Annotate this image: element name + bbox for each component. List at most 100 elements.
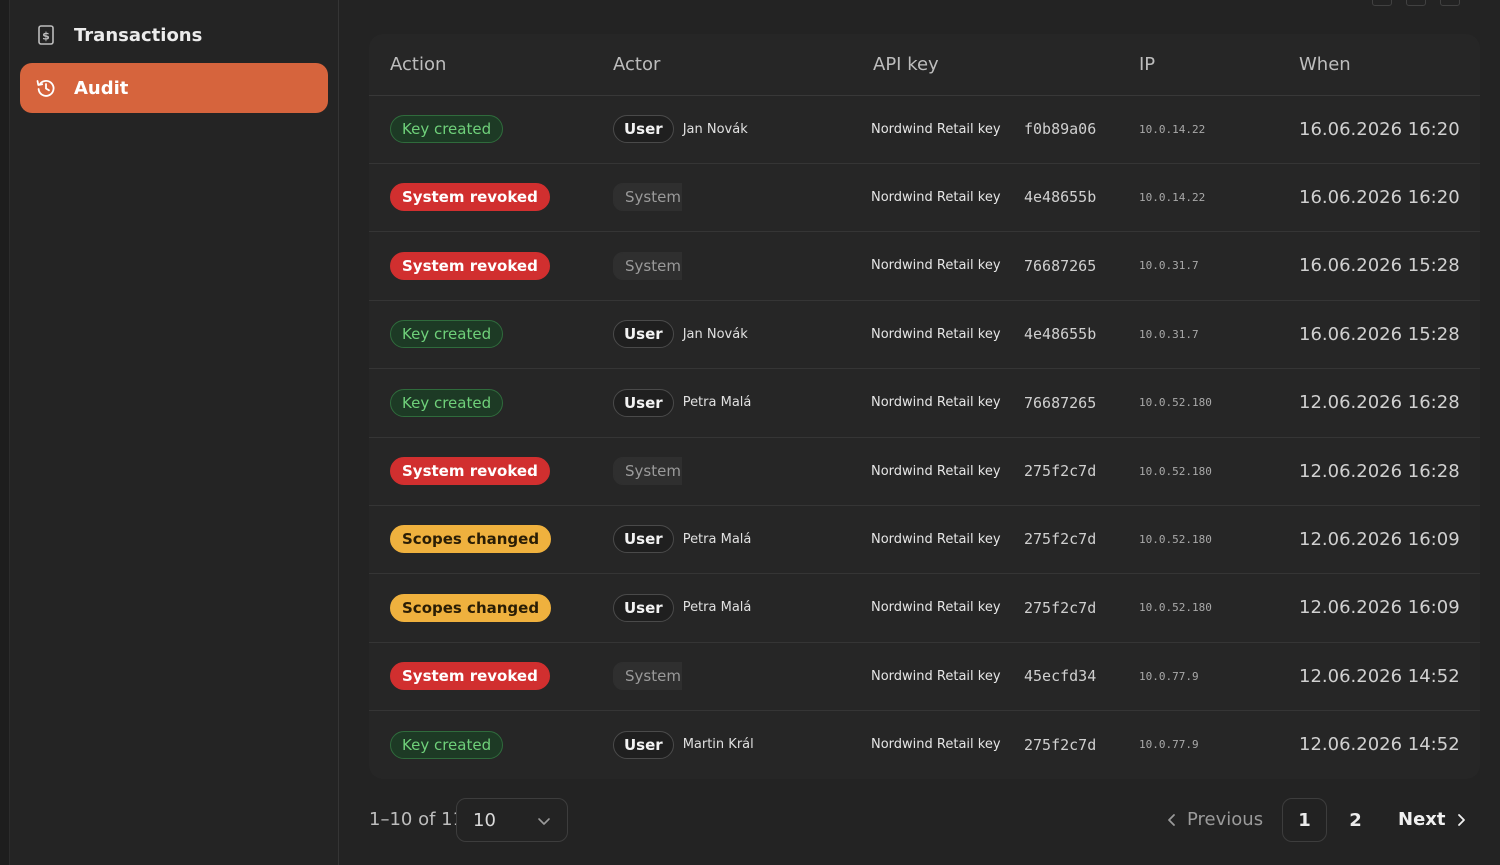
column-header-api-key[interactable]: API key [873,54,939,75]
api-key-name-cell: Nordwind Retail key [871,369,1001,437]
table-row[interactable]: Scopes changed User Petra Malá Nordwind Ret… [369,574,1480,643]
sidebar-edge [0,0,10,865]
sidebar-item-audit[interactable]: Audit [20,63,328,113]
action-cell: System revoked [390,163,550,231]
timestamp: 12.06.2026 14:52 [1299,665,1460,687]
api-key-id: f0b89a06 [1024,120,1097,138]
timestamp: 12.06.2026 16:09 [1299,528,1460,550]
column-header-action[interactable]: Action [390,54,446,75]
api-key-id: 4e48655b [1024,325,1097,344]
api-key-id-cell: 275f2c7d [1024,711,1096,779]
ip-address: 10.0.14.22 [1139,122,1206,136]
action-badge: Key created [390,320,504,349]
actor-cell: User Jan Novák [613,95,748,163]
sidebar-item-transactions[interactable]: $ Transactions [20,10,328,60]
when-cell: 16.06.2026 16:20 [1299,163,1460,231]
actor-cell: System [613,163,682,231]
svg-text:$: $ [42,30,50,43]
api-key-name-cell: Nordwind Retail key [871,642,1001,710]
api-key-id-cell: f0b89a06 [1024,95,1096,163]
sidebar-item-label: Transactions [74,24,203,46]
api-key-name-cell: Nordwind Retail key [871,163,1001,231]
ip-cell: 10.0.52.180 [1139,574,1212,642]
ip-cell: 10.0.14.22 [1139,163,1205,231]
action-badge: System revoked [390,662,550,691]
action-cell: Scopes changed [390,505,552,573]
action-badge: System revoked [390,183,550,212]
actor-cell: User Petra Malá [613,574,751,642]
page-size-select[interactable]: 10 [456,798,568,842]
table-row[interactable]: Scopes changed User Petra Malá Nordwind Ret… [369,505,1480,575]
action-cell: System revoked [390,642,550,710]
ip-cell: 10.0.31.7 [1139,232,1199,300]
table-row[interactable]: Key created User Jan Novák Nordwind Retail … [369,95,1480,164]
ip-address: 10.0.31.7 [1139,327,1199,341]
ip-address: 10.0.52.180 [1139,532,1212,546]
actor-type-tag: System [613,251,682,280]
table-row[interactable]: Key created User Petra Malá Nordwind Retail… [369,369,1480,438]
api-key-name-cell: Nordwind Retail key [871,300,1001,368]
ip-address: 10.0.31.7 [1139,259,1199,273]
ip-address: 10.0.77.9 [1139,738,1199,752]
column-header-ip[interactable]: IP [1139,54,1155,75]
ip-address: 10.0.52.180 [1139,601,1212,615]
actor-type-tag: User [613,115,674,143]
action-cell: System revoked [390,232,550,300]
action-cell: Key created [390,95,504,163]
actor-name: Martin Král [682,737,754,753]
column-header-actor[interactable]: Actor [613,54,660,75]
api-key-id-cell: 275f2c7d [1024,505,1096,573]
chevron-right-icon [1456,813,1466,827]
action-cell: Key created [390,711,504,779]
actor-cell: User Martin Král [613,711,754,779]
page-button-2[interactable]: 2 [1333,798,1378,842]
api-key-name: Nordwind Retail key [871,121,1001,137]
table-row[interactable]: Key created User Martin Král Nordwind Retai… [369,711,1480,779]
page-size-value: 10 [473,810,496,831]
table-row[interactable]: System revoked System Nordwind Retail key 2… [369,437,1480,506]
timestamp: 16.06.2026 16:20 [1299,118,1460,140]
ip-cell: 10.0.77.9 [1139,642,1199,710]
actor-type-tag: System [613,183,682,212]
actor-type-tag: User [613,388,674,417]
column-header-when[interactable]: When [1299,54,1351,75]
action-badge: Key created [390,115,504,143]
toolbar-clipped [1372,0,1460,6]
api-key-id: 275f2c7d [1024,735,1097,754]
page-button-1[interactable]: 1 [1282,798,1327,842]
actor-name: Jan Novák [682,121,748,137]
timestamp: 12.06.2026 14:52 [1299,734,1460,756]
api-key-name: Nordwind Retail key [871,600,1001,616]
table-row[interactable]: System revoked System Nordwind Retail key 4… [369,163,1480,233]
ip-address: 10.0.52.180 [1139,396,1212,410]
api-key-name: Nordwind Retail key [871,463,1001,479]
api-key-id: 76687265 [1024,256,1097,275]
api-key-id-cell: 76687265 [1024,369,1096,437]
table-header: Action Actor API key IP When [369,34,1480,96]
timestamp: 12.06.2026 16:28 [1299,392,1460,414]
when-cell: 16.06.2026 16:20 [1299,95,1460,163]
actor-type-tag: User [613,730,674,759]
previous-button[interactable]: Previous [1167,809,1263,830]
table-row[interactable]: System revoked System Nordwind Retail key 4… [369,642,1480,712]
next-button[interactable]: Next [1398,809,1466,830]
ip-cell: 10.0.77.9 [1139,711,1199,779]
api-key-id-cell: 275f2c7d [1024,437,1096,505]
api-key-name-cell: Nordwind Retail key [871,437,1001,505]
action-badge: System revoked [390,457,550,485]
actor-name: Petra Malá [682,395,752,411]
ip-cell: 10.0.14.22 [1139,95,1205,163]
api-key-name: Nordwind Retail key [871,326,1001,342]
timestamp: 16.06.2026 15:28 [1299,323,1460,345]
action-cell: Scopes changed [390,574,552,642]
action-badge: Key created [390,730,504,759]
api-key-id: 4e48655b [1024,188,1097,207]
action-badge: Key created [390,388,504,417]
api-key-name-cell: Nordwind Retail key [871,505,1001,573]
timestamp: 12.06.2026 16:09 [1299,597,1460,619]
table-row[interactable]: System revoked System Nordwind Retail key 7… [369,232,1480,301]
ip-cell: 10.0.52.180 [1139,505,1212,573]
actor-type-tag: System [613,662,682,691]
table-row[interactable]: Key created User Jan Novák Nordwind Retail … [369,300,1480,370]
ip-cell: 10.0.52.180 [1139,369,1212,437]
